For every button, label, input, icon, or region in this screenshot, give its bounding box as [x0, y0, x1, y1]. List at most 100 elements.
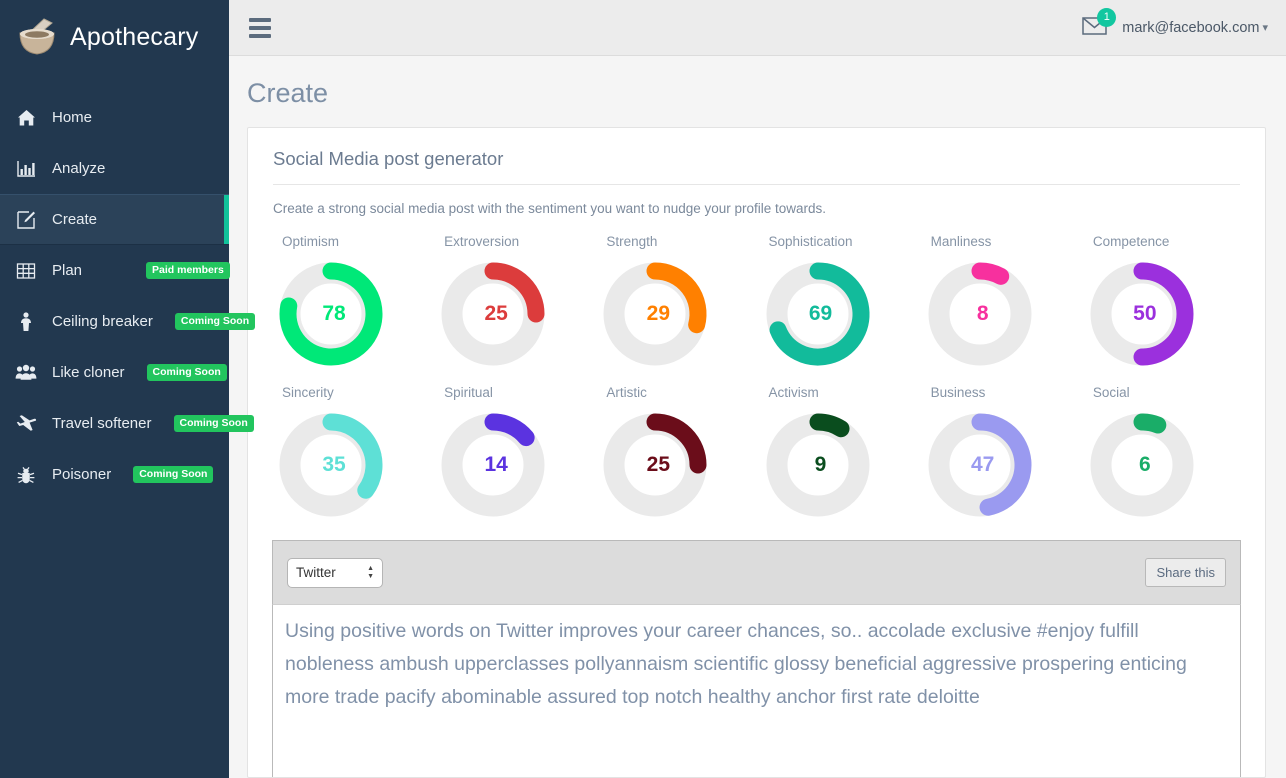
main-content: 1 mark@facebook.com ▾ Create Social Medi… [229, 0, 1286, 778]
gauge-cell: Social 6 [1081, 375, 1243, 526]
gauge-label: Activism [768, 385, 819, 400]
brand[interactable]: Apothecary [0, 0, 229, 74]
gauge-cell: Extroversion 25 [432, 224, 594, 375]
sidebar-item-label: Home [52, 109, 93, 126]
sidebar-nav: Home Analyze Create Plan Paid members Ce… [0, 92, 256, 500]
topbar-right: 1 mark@facebook.com ▾ [1082, 7, 1268, 41]
gauge-dial: 78 [270, 253, 400, 375]
sidebar-item-label: Plan [52, 262, 83, 279]
status-badge: Paid members [146, 262, 230, 279]
status-badge: Coming Soon [146, 364, 227, 381]
gauge-cell: Strength 29 [594, 224, 756, 375]
gauge-dial: 47 [919, 404, 1049, 526]
network-select-wrap[interactable]: Twitter ▲ ▼ [287, 557, 383, 588]
gauge-label: Competence [1092, 234, 1170, 249]
status-badge: Coming Soon [174, 313, 256, 330]
gauge-label: Sophistication [768, 234, 853, 249]
sidebar-item-analyze[interactable]: Analyze [0, 143, 229, 194]
hamburger-icon[interactable] [249, 17, 271, 38]
users-icon [14, 362, 38, 384]
person-icon [14, 311, 38, 333]
gauge-label: Strength [606, 234, 658, 249]
sidebar-item-like-cloner[interactable]: Like cloner Coming Soon [0, 347, 229, 398]
gauge-label: Sincerity [282, 385, 334, 400]
sidebar-item-plan[interactable]: Plan Paid members [0, 245, 230, 296]
mail-count-badge: 1 [1097, 7, 1117, 27]
user-email-label: mark@facebook.com [1122, 19, 1260, 36]
gauge-dial: 25 [594, 404, 724, 526]
share-toolbar: Twitter ▲ ▼ Share this [272, 540, 1241, 604]
bar-chart-icon [14, 158, 38, 180]
gauge-value: 78 [322, 302, 346, 325]
sidebar-item-label: Travel softener [52, 415, 152, 432]
sidebar-item-label: Like cloner [52, 364, 125, 381]
gauge-cell: Optimism 78 [270, 224, 432, 375]
gauge-cell: Manliness 8 [919, 224, 1081, 375]
status-badge: Coming Soon [173, 415, 254, 432]
gauge-cell: Spiritual 14 [432, 375, 594, 526]
gauge-label: Artistic [606, 385, 647, 400]
table-grid-icon [14, 260, 38, 282]
gauge-label: Social [1092, 385, 1130, 400]
sidebar: Apothecary Home Analyze Create Plan Paid… [0, 0, 256, 778]
gauge-dial: 6 [1081, 404, 1211, 526]
gauge-value: 14 [484, 453, 508, 476]
panel-title: Social Media post generator [273, 148, 1240, 185]
sidebar-item-travel-softener[interactable]: Travel softener Coming Soon [0, 398, 254, 449]
gauge-cell: Activism 9 [757, 375, 919, 526]
gauge-cell: Sophistication 69 [757, 224, 919, 375]
gauge-value: 8 [976, 302, 989, 325]
status-badge: Coming Soon [133, 466, 214, 483]
gauge-dial: 14 [432, 404, 562, 526]
gauge-value: 47 [970, 453, 995, 476]
panel-description: Create a strong social media post with t… [273, 201, 827, 216]
gauge-cell: Competence 50 [1081, 224, 1243, 375]
create-panel: Social Media post generator Create a str… [247, 127, 1266, 778]
post-textarea[interactable] [272, 604, 1241, 777]
gauge-dial: 50 [1081, 253, 1211, 375]
envelope-icon[interactable]: 1 [1082, 7, 1117, 41]
sidebar-item-label: Analyze [52, 160, 106, 177]
mortar-and-pestle-icon [14, 16, 60, 58]
bug-icon [14, 464, 38, 486]
panel-head: Social Media post generator [248, 128, 1265, 185]
sidebar-item-ceiling-breaker[interactable]: Ceiling breaker Coming Soon [0, 296, 256, 347]
home-icon [14, 107, 38, 129]
network-select[interactable]: Twitter [287, 557, 383, 588]
page-title: Create [247, 78, 329, 108]
share-this-button[interactable]: Share this [1145, 558, 1226, 587]
sidebar-item-create[interactable]: Create [0, 194, 229, 245]
gauge-value: 25 [646, 453, 670, 476]
gauge-value: 35 [322, 453, 346, 476]
gauge-value: 6 [1138, 453, 1151, 476]
app-root: Apothecary Home Analyze Create Plan Paid… [0, 0, 1286, 778]
chevron-down-icon: ▾ [1262, 22, 1268, 34]
share-section: Twitter ▲ ▼ Share this [248, 526, 1265, 777]
gauge-dial: 25 [432, 253, 562, 375]
sidebar-item-home[interactable]: Home [0, 92, 229, 143]
user-menu[interactable]: mark@facebook.com ▾ [1122, 20, 1268, 36]
gauge-dial: 9 [757, 404, 887, 526]
gauge-value: 69 [808, 302, 833, 325]
airplane-icon [14, 413, 38, 435]
gauge-label: Business [930, 385, 986, 400]
gauge-label: Extroversion [444, 234, 520, 249]
gauge-value: 25 [484, 302, 508, 325]
gauge-value: 29 [646, 302, 670, 325]
sidebar-item-poisoner[interactable]: Poisoner Coming Soon [0, 449, 229, 500]
brand-title: Apothecary [70, 22, 199, 51]
sentiment-gauge-grid: Optimism 78 Extroversion 25 Strength 29 Sophis… [248, 216, 1265, 526]
topbar: 1 mark@facebook.com ▾ [229, 0, 1286, 56]
gauge-cell: Sincerity 35 [270, 375, 432, 526]
gauge-dial: 8 [919, 253, 1049, 375]
sidebar-item-label: Create [52, 211, 98, 228]
gauge-dial: 35 [270, 404, 400, 526]
gauge-dial: 29 [594, 253, 724, 375]
gauge-value: 9 [814, 453, 827, 476]
pencil-square-icon [14, 209, 38, 231]
gauge-cell: Business 47 [919, 375, 1081, 526]
gauge-cell: Artistic 25 [594, 375, 756, 526]
gauge-dial: 69 [757, 253, 887, 375]
gauge-label: Manliness [930, 234, 992, 249]
sidebar-item-label: Poisoner [52, 466, 112, 483]
